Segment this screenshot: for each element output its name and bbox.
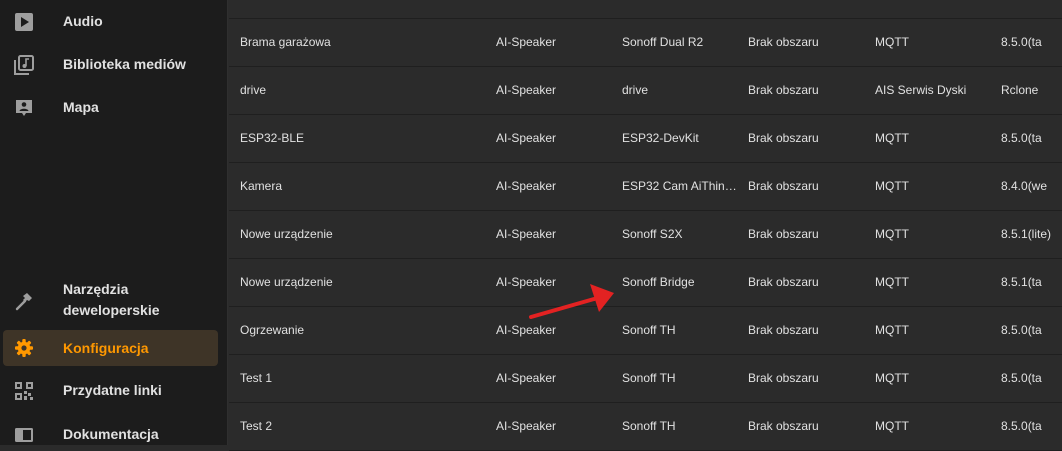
cell-name: Brama garażowa — [240, 35, 331, 49]
cell-area: Brak obszaru — [748, 227, 819, 241]
cell-area: Brak obszaru — [748, 35, 819, 49]
cell-manufacturer: MQTT — [875, 371, 909, 385]
cell-integration: AI-Speaker — [496, 275, 557, 289]
cell-name: ESP32-BLE — [240, 131, 305, 145]
cell-model: ESP32-DevKit — [622, 131, 699, 145]
sidebar-item-label: Biblioteka mediów — [63, 56, 186, 72]
sidebar-item-label: Konfiguracja — [63, 339, 149, 356]
sidebar-item-label: Dokumentacja — [63, 426, 159, 442]
sidebar-item-label: Przydatne linki — [63, 382, 162, 398]
cell-area: Brak obszaru — [748, 83, 819, 97]
cell-manufacturer: MQTT — [875, 275, 909, 289]
book-icon — [14, 425, 34, 445]
cell-model: Sonoff TH — [622, 323, 676, 337]
cell-name: Test 2 — [240, 419, 273, 433]
table-row[interactable]: Brama garażowa AI-Speaker Sonoff Dual R2 Br… — [229, 19, 1062, 67]
cell-area: Brak obszaru — [748, 323, 819, 337]
sidebar-item-label: Mapa — [63, 99, 99, 115]
cell-name: Test 1 — [240, 371, 273, 385]
cell-model: Sonoff TH — [622, 371, 676, 385]
cell-name: Nowe urządzenie — [240, 227, 333, 241]
qrcode-icon — [14, 381, 34, 401]
sidebar-item-label: Narzędzia deweloperskie — [63, 281, 160, 318]
cell-integration: AI-Speaker — [496, 35, 557, 49]
cell-firmware: 8.5.0(ta — [1001, 419, 1042, 433]
cell-manufacturer: MQTT — [875, 419, 909, 433]
cell-manufacturer: MQTT — [875, 323, 909, 337]
table-row[interactable]: Kamera AI-Speaker ESP32 Cam AiThinker Brak … — [229, 163, 1062, 211]
cell-name: drive — [240, 83, 267, 97]
cell-name: Kamera — [240, 179, 283, 193]
table-row[interactable]: Nowe urządzenie AI-Speaker Sonoff Bridge Br… — [229, 259, 1062, 307]
table-row[interactable]: drive AI-Speaker drive Brak obszaru AIS Serw… — [229, 67, 1062, 115]
cell-integration: AI-Speaker — [496, 179, 557, 193]
cell-manufacturer: MQTT — [875, 227, 909, 241]
play-box-icon — [14, 12, 34, 32]
cell-integration: AI-Speaker — [496, 227, 557, 241]
cell-integration: AI-Speaker — [496, 131, 557, 145]
cell-model: Sonoff Bridge — [622, 275, 695, 289]
cell-integration: AI-Speaker — [496, 83, 557, 97]
cell-name: Ogrzewanie — [240, 323, 305, 337]
cell-integration: AI-Speaker — [496, 371, 557, 385]
cell-firmware: Rclone — [1001, 83, 1039, 97]
gear-icon — [14, 338, 34, 358]
devices-table: Brama garażowa AI-Speaker Sonoff Dual R2 Br… — [229, 0, 1062, 451]
sidebar-item-label: Audio — [63, 13, 103, 29]
sidebar-item-configuration[interactable]: Konfiguracja — [3, 330, 218, 366]
cell-firmware: 8.5.0(ta — [1001, 131, 1042, 145]
sidebar-item-useful-links[interactable]: Przydatne linki — [0, 380, 228, 401]
table-row[interactable]: Nowe urządzenie AI-Speaker Sonoff S2X Brak … — [229, 211, 1062, 259]
cell-area: Brak obszaru — [748, 131, 819, 145]
table-row[interactable]: Test 2 AI-Speaker Sonoff TH Brak obszaru MQT… — [229, 403, 1062, 451]
cell-firmware: 8.5.0(ta — [1001, 323, 1042, 337]
cell-manufacturer: MQTT — [875, 35, 909, 49]
cell-model: Sonoff TH — [622, 419, 676, 433]
hammer-icon — [14, 291, 34, 311]
music-library-icon — [14, 54, 34, 75]
cell-area: Brak obszaru — [748, 371, 819, 385]
map-account-icon — [14, 98, 34, 118]
cell-firmware: 8.4.0(we — [1001, 179, 1048, 193]
cell-firmware: 8.5.0(ta — [1001, 371, 1042, 385]
cell-model: Sonoff Dual R2 — [622, 35, 704, 49]
sidebar-item-audio[interactable]: Audio — [0, 11, 228, 32]
sidebar-item-media-library[interactable]: Biblioteka mediów — [0, 54, 228, 75]
cell-manufacturer: AIS Serwis Dyski — [875, 83, 967, 97]
sidebar-item-documentation[interactable]: Dokumentacja — [0, 424, 228, 445]
cell-integration: AI-Speaker — [496, 419, 557, 433]
sidebar-item-developer-tools[interactable]: Narzędzia deweloperskie — [0, 279, 228, 321]
cell-area: Brak obszaru — [748, 179, 819, 193]
table-row[interactable]: Test 1 AI-Speaker Sonoff TH Brak obszaru MQT… — [229, 355, 1062, 403]
cell-firmware: 8.5.1(lite) — [1001, 227, 1052, 241]
cell-model: ESP32 Cam AiThinker — [622, 179, 740, 193]
cell-model: drive — [622, 83, 649, 97]
cell-integration: AI-Speaker — [496, 323, 557, 337]
cell-manufacturer: MQTT — [875, 131, 909, 145]
cell-firmware: 8.5.0(ta — [1001, 35, 1042, 49]
table-row[interactable]: Ogrzewanie AI-Speaker Sonoff TH Brak obszar… — [229, 307, 1062, 355]
cell-name: Nowe urządzenie — [240, 275, 333, 289]
cell-area: Brak obszaru — [748, 275, 819, 289]
cell-firmware: 8.5.1(ta — [1001, 275, 1042, 289]
sidebar-item-map[interactable]: Mapa — [0, 97, 228, 118]
cell-area: Brak obszaru — [748, 419, 819, 433]
sidebar: Audio Biblioteka mediów Mapa Narzędzia d… — [0, 0, 228, 445]
table-row[interactable] — [229, 0, 1062, 19]
table-row[interactable]: ESP32-BLE AI-Speaker ESP32-DevKit Brak obsz… — [229, 115, 1062, 163]
cell-model: Sonoff S2X — [622, 227, 683, 241]
cell-manufacturer: MQTT — [875, 179, 909, 193]
